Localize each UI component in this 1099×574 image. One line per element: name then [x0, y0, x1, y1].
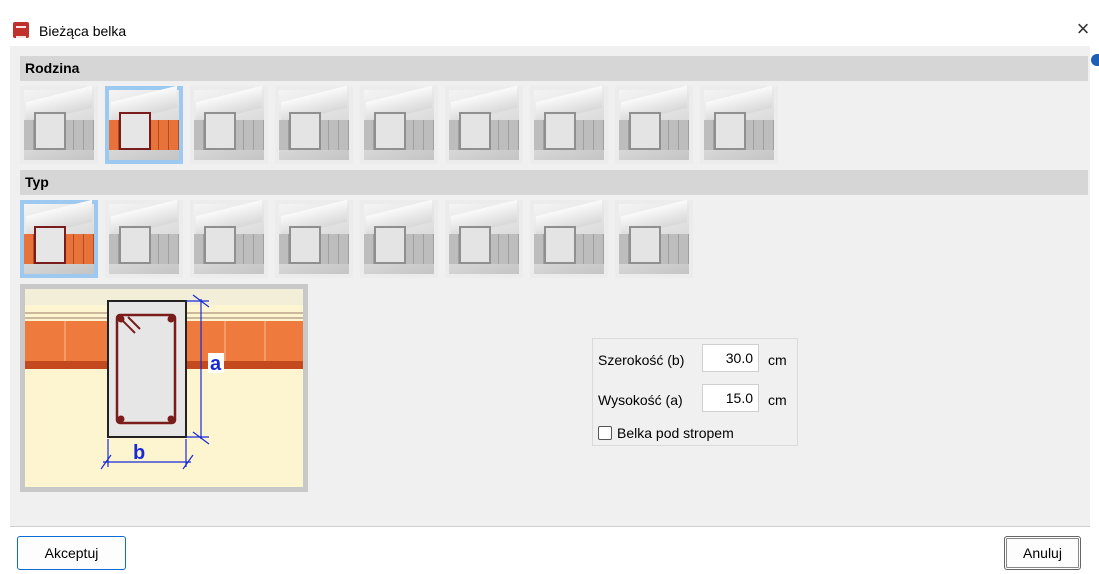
thumb-wall-right [149, 120, 179, 150]
thumb-beam [544, 226, 576, 264]
under-slab-checkbox[interactable] [598, 426, 612, 440]
family-thumb-image [704, 86, 774, 160]
dimension-parameters: Szerokość (b) cm Wysokość (a) cm Belka p… [592, 338, 798, 446]
width-label: Szerokość (b) [598, 352, 685, 368]
footer-divider [10, 526, 1090, 527]
type-thumb-image [279, 200, 349, 274]
thumb-beam [204, 112, 236, 150]
thumb-beam [544, 112, 576, 150]
thumb-wall-right [489, 120, 519, 150]
help-icon[interactable] [1091, 54, 1099, 66]
thumb-beam [629, 112, 661, 150]
thumb-wall-right [744, 120, 774, 150]
thumb-wall-right [489, 234, 519, 264]
thumb-wall-right [149, 234, 179, 264]
family-thumb-image [619, 86, 689, 160]
family-thumb-1[interactable] [20, 86, 98, 164]
thumb-beam [34, 226, 66, 264]
type-thumb-image [619, 200, 689, 274]
family-thumb-6[interactable] [445, 86, 523, 164]
thumb-wall-right [319, 234, 349, 264]
type-thumb-image [109, 200, 179, 274]
thumb-wall-right [574, 120, 604, 150]
rebar-bottom-left [117, 415, 125, 423]
cancel-button[interactable]: Anuluj [1004, 536, 1081, 570]
window-title: Bieżąca belka [39, 23, 127, 39]
type-thumb-3[interactable] [190, 200, 268, 278]
thumb-beam [119, 226, 151, 264]
accept-button[interactable]: Akceptuj [17, 536, 126, 570]
section-header-family: Rodzina [20, 56, 1088, 81]
height-label: Wysokość (a) [598, 392, 683, 408]
thumb-beam [459, 112, 491, 150]
type-thumb-image [449, 200, 519, 274]
rebar-top-right [167, 315, 175, 323]
type-thumb-5[interactable] [360, 200, 438, 278]
family-thumb-image [364, 86, 434, 160]
type-thumb-6[interactable] [445, 200, 523, 278]
type-thumb-2[interactable] [105, 200, 183, 278]
type-thumb-image [534, 200, 604, 274]
thumb-beam [119, 112, 151, 150]
family-thumb-image [109, 86, 179, 160]
family-thumb-2[interactable] [105, 86, 183, 164]
width-input[interactable] [702, 344, 759, 372]
thumb-wall-right [319, 120, 349, 150]
label-b: b [133, 442, 145, 464]
type-thumb-4[interactable] [275, 200, 353, 278]
family-thumb-7[interactable] [530, 86, 608, 164]
section-header-type: Typ [20, 170, 1088, 195]
type-thumb-image [24, 200, 94, 274]
thumb-beam [374, 226, 406, 264]
thumb-beam [374, 112, 406, 150]
height-input[interactable] [702, 384, 759, 412]
thumb-beam [629, 226, 661, 264]
thumb-wall-right [574, 234, 604, 264]
label-a: a [210, 353, 222, 375]
family-thumb-5[interactable] [360, 86, 438, 164]
family-thumb-image [279, 86, 349, 160]
type-thumb-8[interactable] [615, 200, 693, 278]
family-thumb-image [194, 86, 264, 160]
family-thumb-8[interactable] [615, 86, 693, 164]
thumb-wall-right [234, 120, 264, 150]
family-thumb-image [449, 86, 519, 160]
family-thumb-image [24, 86, 94, 160]
under-slab-label[interactable]: Belka pod stropem [617, 425, 734, 441]
thumb-beam [459, 226, 491, 264]
app-icon [13, 22, 29, 38]
type-thumb-image [194, 200, 264, 274]
thumb-wall-right [404, 120, 434, 150]
close-icon[interactable]: × [1071, 18, 1095, 42]
thumb-wall-right [64, 120, 94, 150]
height-unit: cm [768, 392, 787, 408]
family-thumb-3[interactable] [190, 86, 268, 164]
thumb-wall-right [659, 120, 689, 150]
thumb-wall-right [659, 234, 689, 264]
thumb-beam [34, 112, 66, 150]
type-thumb-image [364, 200, 434, 274]
family-thumb-image [534, 86, 604, 160]
family-thumb-9[interactable] [700, 86, 778, 164]
section-preview: a b [20, 284, 308, 492]
family-thumb-4[interactable] [275, 86, 353, 164]
dialog-body: Rodzina Typ a b Szerokość (b) 30.0 cm Wy… [10, 46, 1090, 526]
type-thumb-7[interactable] [530, 200, 608, 278]
rebar-bottom-right [167, 415, 175, 423]
thumb-wall-right [234, 234, 264, 264]
title-bar: Bieżąca belka × [0, 0, 1099, 44]
type-thumb-1[interactable] [20, 200, 98, 278]
width-unit: cm [768, 352, 787, 368]
thumb-beam [289, 226, 321, 264]
thumb-beam [289, 112, 321, 150]
thumb-beam [204, 226, 236, 264]
thumb-wall-right [404, 234, 434, 264]
thumb-beam [714, 112, 746, 150]
thumb-wall-right [64, 234, 94, 264]
beam-section-diagram: a b [25, 289, 303, 487]
